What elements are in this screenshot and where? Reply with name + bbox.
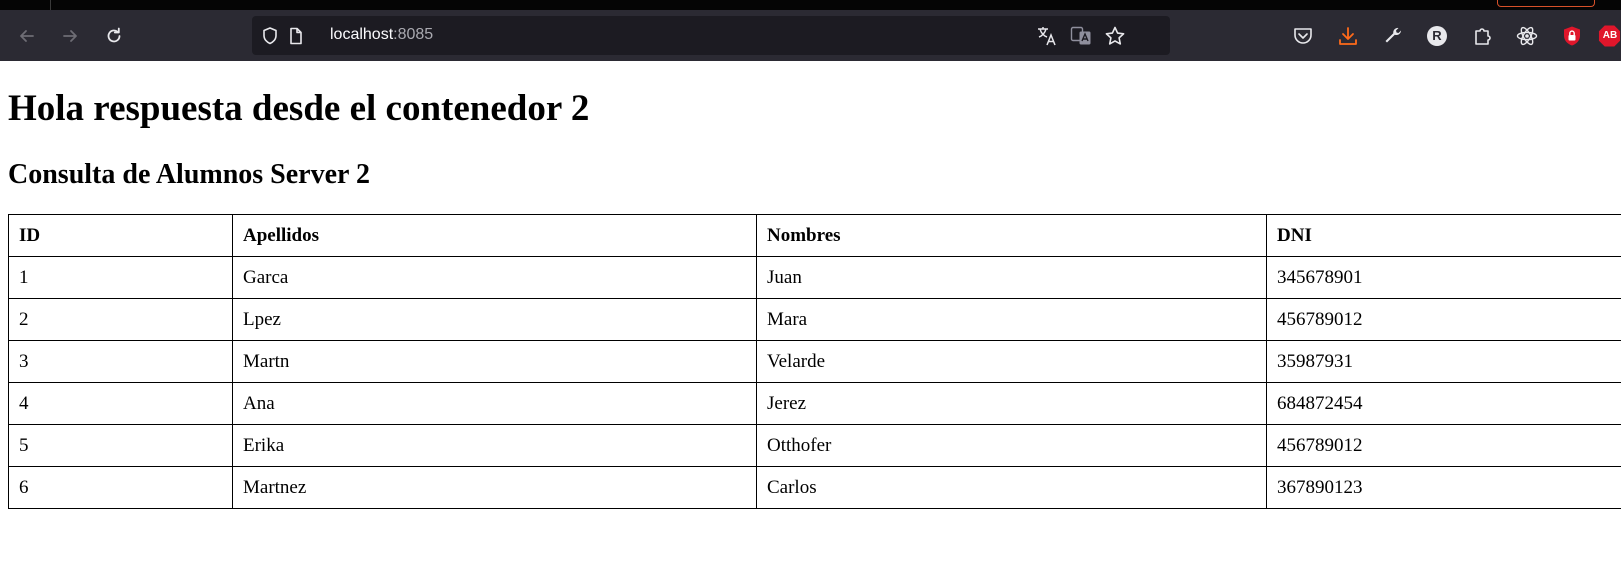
back-button[interactable] bbox=[13, 22, 41, 50]
cell-nombres: Carlos bbox=[756, 466, 1267, 509]
lock-shield-icon bbox=[1564, 26, 1580, 46]
cell-apellidos: Garca bbox=[232, 256, 757, 299]
table-row: 5 Erika Otthofer 456789012 bbox=[8, 424, 1621, 467]
table-row: 4 Ana Jerez 684872454 bbox=[8, 382, 1621, 425]
table-row: 1 Garca Juan 345678901 bbox=[8, 256, 1621, 299]
pocket-icon bbox=[1294, 28, 1312, 44]
cell-apellidos: Martn bbox=[232, 340, 757, 383]
translate-icon[interactable] bbox=[1036, 25, 1058, 47]
cell-dni: 456789012 bbox=[1266, 298, 1621, 341]
column-header-nombres: Nombres bbox=[756, 214, 1267, 257]
active-tab-edge[interactable] bbox=[1497, 0, 1595, 7]
table-row: 3 Martn Velarde 35987931 bbox=[8, 340, 1621, 383]
cell-id: 2 bbox=[8, 298, 233, 341]
pocket-button[interactable] bbox=[1289, 22, 1317, 50]
page-title: Hola respuesta desde el contenedor 2 bbox=[8, 88, 590, 129]
extension-r-button[interactable]: R bbox=[1423, 22, 1451, 50]
react-devtools-button[interactable] bbox=[1513, 22, 1541, 50]
cell-apellidos: Martnez bbox=[232, 466, 757, 509]
devtools-button[interactable] bbox=[1379, 22, 1407, 50]
browser-toolbar: localhost:8085 R AB bbox=[0, 10, 1621, 61]
cell-nombres: Otthofer bbox=[756, 424, 1267, 467]
reload-button[interactable] bbox=[100, 22, 128, 50]
cell-nombres: Jerez bbox=[756, 382, 1267, 425]
bookmark-star-icon[interactable] bbox=[1104, 25, 1126, 47]
forward-button[interactable] bbox=[56, 22, 84, 50]
page-icon[interactable] bbox=[285, 25, 307, 47]
cell-id: 3 bbox=[8, 340, 233, 383]
cell-nombres: Juan bbox=[756, 256, 1267, 299]
cell-dni: 456789012 bbox=[1266, 424, 1621, 467]
cell-apellidos: Ana bbox=[232, 382, 757, 425]
react-devtools-icon bbox=[1516, 26, 1538, 46]
extensions-button[interactable] bbox=[1468, 22, 1496, 50]
lock-shield-button[interactable] bbox=[1558, 22, 1586, 50]
url-host: localhost bbox=[330, 26, 394, 43]
page-content: Hola respuesta desde el contenedor 2 Con… bbox=[8, 61, 1621, 509]
table-header-row: ID Apellidos Nombres DNI bbox=[8, 214, 1621, 257]
translate-page-icon[interactable] bbox=[1070, 25, 1092, 47]
page-subtitle: Consulta de Alumnos Server 2 bbox=[8, 159, 370, 190]
cell-dni: 35987931 bbox=[1266, 340, 1621, 383]
cell-id: 4 bbox=[8, 382, 233, 425]
column-header-apellidos: Apellidos bbox=[232, 214, 757, 257]
reload-icon bbox=[107, 27, 121, 43]
cell-dni: 345678901 bbox=[1266, 256, 1621, 299]
address-bar[interactable]: localhost:8085 bbox=[252, 16, 1170, 55]
shield-icon[interactable] bbox=[259, 25, 281, 47]
tab-strip bbox=[0, 0, 1621, 10]
adblock-button[interactable]: AB bbox=[1598, 22, 1621, 50]
forward-icon bbox=[63, 30, 77, 42]
cell-nombres: Velarde bbox=[756, 340, 1267, 383]
students-table: ID Apellidos Nombres DNI 1 Garca Juan 34… bbox=[8, 214, 1621, 509]
extension-r-label: R bbox=[1432, 28, 1442, 43]
downloads-button[interactable] bbox=[1334, 22, 1362, 50]
url-text[interactable]: localhost:8085 bbox=[330, 26, 433, 44]
cell-id: 5 bbox=[8, 424, 233, 467]
cell-dni: 367890123 bbox=[1266, 466, 1621, 509]
url-port: :8085 bbox=[393, 26, 434, 43]
column-header-id: ID bbox=[8, 214, 233, 257]
column-header-dni: DNI bbox=[1266, 214, 1621, 257]
cell-dni: 684872454 bbox=[1266, 382, 1621, 425]
adblock-label: AB bbox=[1602, 30, 1618, 41]
cell-nombres: Mara bbox=[756, 298, 1267, 341]
tab-separator bbox=[50, 0, 51, 10]
extensions-icon bbox=[1475, 28, 1491, 45]
cell-id: 1 bbox=[8, 256, 233, 299]
download-icon bbox=[1339, 27, 1357, 45]
table-row: 2 Lpez Mara 456789012 bbox=[8, 298, 1621, 341]
wrench-icon bbox=[1385, 27, 1402, 43]
table-row: 6 Martnez Carlos 367890123 bbox=[8, 466, 1621, 509]
cell-apellidos: Lpez bbox=[232, 298, 757, 341]
back-icon bbox=[20, 30, 34, 42]
cell-apellidos: Erika bbox=[232, 424, 757, 467]
cell-id: 6 bbox=[8, 466, 233, 509]
